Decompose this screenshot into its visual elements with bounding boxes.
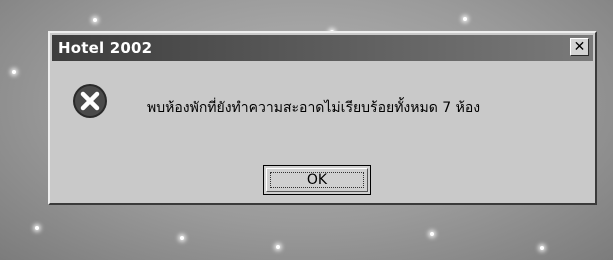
- sparkle: [93, 18, 97, 22]
- sparkle: [35, 226, 39, 230]
- close-icon: ✕: [573, 39, 586, 55]
- message-dialog: Hotel 2002 ✕ พบห้องพักที่ยังทำความสะอาดไ…: [48, 31, 597, 205]
- sparkle: [463, 17, 467, 21]
- close-button[interactable]: ✕: [570, 38, 589, 56]
- sparkle: [12, 70, 16, 74]
- dialog-title: Hotel 2002: [58, 39, 153, 57]
- ok-button[interactable]: OK: [263, 165, 371, 195]
- sparkle: [540, 246, 544, 250]
- sparkle: [430, 232, 434, 236]
- sparkle: [180, 236, 184, 240]
- error-icon: [73, 84, 107, 118]
- dialog-message: พบห้องพักที่ยังทำความสะอาดไม่เรียบร้อยทั…: [147, 100, 481, 116]
- title-bar[interactable]: Hotel 2002 ✕: [52, 35, 593, 61]
- sparkle: [276, 245, 280, 249]
- ok-button-label: OK: [306, 172, 328, 188]
